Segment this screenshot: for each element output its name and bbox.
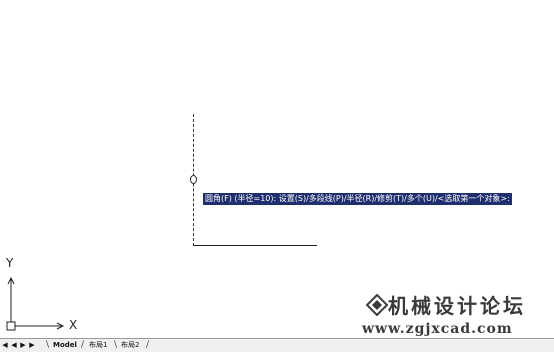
next-tab-icon[interactable]: ▶ bbox=[20, 341, 26, 349]
pickbox-cursor bbox=[190, 175, 197, 184]
watermark-url: www.zgjxcad.com bbox=[362, 321, 513, 337]
first-tab-icon[interactable]: ◀ bbox=[2, 341, 8, 349]
watermark: 机械设计论坛 www.zgjxcad.com bbox=[362, 290, 552, 340]
tab-separator: \ bbox=[114, 340, 118, 350]
tab-layout1[interactable]: 布局1 bbox=[89, 340, 107, 351]
horizontal-line bbox=[193, 245, 317, 246]
tab-separator: \ bbox=[46, 340, 50, 350]
previous-tab-icon[interactable]: ◀ bbox=[11, 341, 17, 349]
tab-separator: / bbox=[146, 340, 150, 350]
tab-layout2[interactable]: 布局2 bbox=[121, 340, 139, 351]
last-tab-icon[interactable]: ▶ bbox=[29, 341, 35, 349]
ucs-icon: Y X bbox=[5, 256, 85, 336]
watermark-title: 机械设计论坛 bbox=[388, 294, 526, 318]
tab-model[interactable]: Model bbox=[53, 340, 77, 351]
dynamic-input-prompt: 圆角(F) (半径=10): 设置(S)/多段线(P)/半径(R)/修剪(T)/… bbox=[203, 193, 512, 205]
x-axis-label: X bbox=[69, 318, 78, 332]
drawing-canvas[interactable]: 圆角(F) (半径=10): 设置(S)/多段线(P)/半径(R)/修剪(T)/… bbox=[0, 0, 554, 338]
y-axis-label: Y bbox=[6, 256, 14, 270]
tab-separator: / bbox=[81, 340, 85, 350]
layout-tab-bar: ◀ ◀ ▶ ▶ \ Model / 布局1 \ 布局2 / bbox=[0, 338, 554, 352]
diamond-logo-icon bbox=[366, 294, 388, 316]
